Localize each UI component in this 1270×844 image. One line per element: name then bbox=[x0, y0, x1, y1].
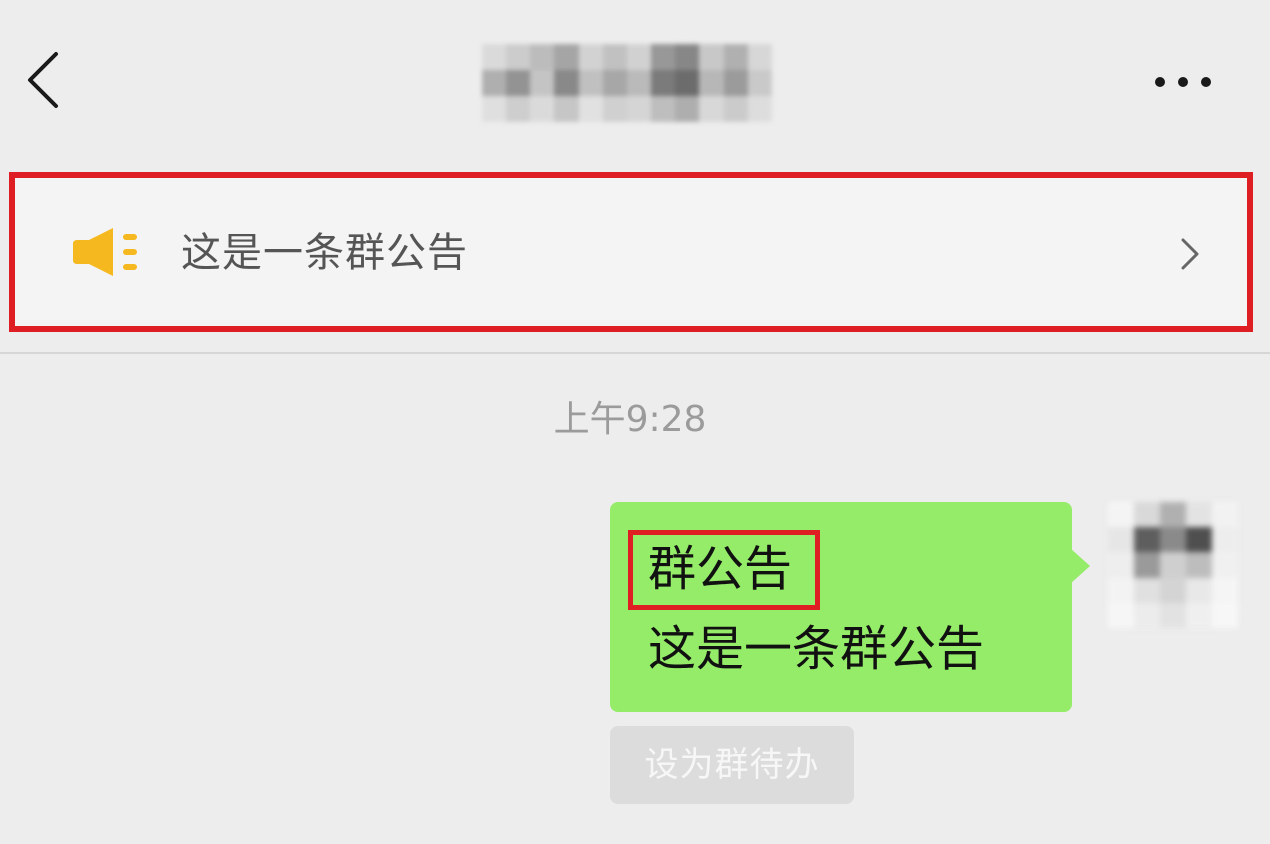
chevron-left-icon bbox=[28, 52, 58, 108]
bubble-tail bbox=[1070, 548, 1090, 584]
message-bubble[interactable]: 群公告 这是一条群公告 bbox=[610, 502, 1072, 712]
more-button[interactable] bbox=[1140, 60, 1220, 104]
message-timestamp: 上午9:28 bbox=[553, 399, 707, 440]
avatar[interactable] bbox=[1108, 502, 1238, 628]
announcement-text: 这是一条群公告 bbox=[181, 230, 468, 276]
more-horizontal-icon bbox=[1155, 77, 1211, 87]
chevron-right-icon bbox=[1175, 234, 1205, 274]
set-group-todo-button[interactable]: 设为群待办 bbox=[610, 726, 854, 804]
header-divider bbox=[0, 352, 1270, 354]
back-button[interactable] bbox=[18, 40, 78, 120]
group-announcement-banner[interactable]: 这是一条群公告 bbox=[9, 172, 1253, 332]
set-group-todo-label: 设为群待办 bbox=[644, 745, 820, 785]
chat-screen: 这是一条群公告 上午9:28 群公告 这是一条群公告 设为群待办 bbox=[0, 0, 1270, 844]
message-body: 这是一条群公告 bbox=[648, 621, 985, 677]
chat-header bbox=[0, 0, 1270, 160]
message-title: 群公告 bbox=[648, 541, 793, 597]
group-name-blurred bbox=[482, 44, 772, 122]
megaphone-icon bbox=[69, 224, 141, 280]
